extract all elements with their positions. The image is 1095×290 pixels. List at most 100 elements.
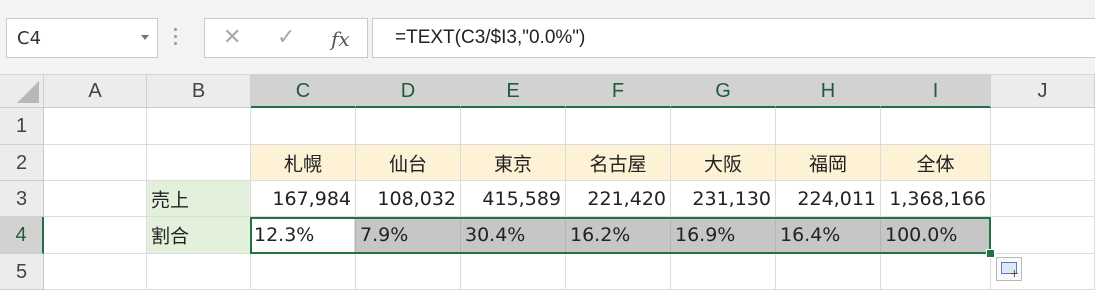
sales-value: 231,130 xyxy=(692,187,771,210)
city-header-total: 全体 xyxy=(916,153,955,175)
formula-text[interactable]: =TEXT(C3/$I3,"0.0%") xyxy=(395,27,585,49)
quick-analysis-button[interactable]: + xyxy=(996,257,1022,281)
sales-value: 1,368,166 xyxy=(889,187,986,210)
cell-e3[interactable]: 415,589 xyxy=(461,181,566,217)
cell-h2[interactable]: 福岡 xyxy=(776,145,881,181)
row-header-5[interactable]: 5 xyxy=(0,254,44,290)
cell-a4[interactable] xyxy=(44,217,147,254)
cell-d5[interactable] xyxy=(356,254,461,290)
cell-g4[interactable]: 16.9% xyxy=(671,217,776,254)
cell-g1[interactable] xyxy=(671,108,776,145)
dropdown-arrow-icon[interactable] xyxy=(141,35,149,40)
cell-h3[interactable]: 224,011 xyxy=(776,181,881,217)
name-box[interactable]: C4 xyxy=(6,18,158,58)
column-header-f[interactable]: F xyxy=(566,75,671,108)
row-header-4[interactable]: 4 xyxy=(0,217,44,254)
column-header-j[interactable]: J xyxy=(991,75,1095,108)
cell-b3[interactable]: 売上 xyxy=(147,181,251,217)
plus-icon: + xyxy=(1009,267,1019,280)
cell-b4[interactable]: 割合 xyxy=(147,217,251,254)
fx-icon[interactable]: fx xyxy=(331,27,350,51)
cell-e2[interactable]: 東京 xyxy=(461,145,566,181)
formula-toolbar: C4 ✕ ✓ fx =TEXT(C3/$I3,"0.0%") xyxy=(0,0,1095,75)
cell-i2[interactable]: 全体 xyxy=(881,145,991,181)
cell-b2[interactable] xyxy=(147,145,251,181)
row-header-3[interactable]: 3 xyxy=(0,181,44,217)
cell-g5[interactable] xyxy=(671,254,776,290)
cell-h5[interactable] xyxy=(776,254,881,290)
cell-d2[interactable]: 仙台 xyxy=(356,145,461,181)
cell-h4[interactable]: 16.4% xyxy=(776,217,881,254)
cell-c3[interactable]: 167,984 xyxy=(251,181,356,217)
city-header-sapporo: 札幌 xyxy=(283,153,322,175)
column-header-a[interactable]: A xyxy=(44,75,147,108)
select-all-icon xyxy=(17,81,39,103)
cell-e5[interactable] xyxy=(461,254,566,290)
cell-j3[interactable] xyxy=(991,181,1095,217)
row-header-2[interactable]: 2 xyxy=(0,145,44,181)
cell-f3[interactable]: 221,420 xyxy=(566,181,671,217)
formula-input[interactable]: =TEXT(C3/$I3,"0.0%") xyxy=(372,18,1095,58)
cell-c1[interactable] xyxy=(251,108,356,145)
cell-b5[interactable] xyxy=(147,254,251,290)
cell-j1[interactable] xyxy=(991,108,1095,145)
sales-label: 売上 xyxy=(151,189,190,211)
cancel-icon[interactable]: ✕ xyxy=(223,25,241,50)
ratio-value: 16.2% xyxy=(570,224,631,246)
cell-a5[interactable] xyxy=(44,254,147,290)
cell-a3[interactable] xyxy=(44,181,147,217)
cell-f2[interactable]: 名古屋 xyxy=(566,145,671,181)
cell-d1[interactable] xyxy=(356,108,461,145)
column-header-d[interactable]: D xyxy=(356,75,461,108)
column-header-i[interactable]: I xyxy=(881,75,991,108)
cell-d3[interactable]: 108,032 xyxy=(356,181,461,217)
fill-handle[interactable] xyxy=(986,249,995,258)
cell-e1[interactable] xyxy=(461,108,566,145)
cell-f1[interactable] xyxy=(566,108,671,145)
cell-e4[interactable]: 30.4% xyxy=(461,217,566,254)
column-header-c[interactable]: C xyxy=(251,75,356,108)
cell-b1[interactable] xyxy=(147,108,251,145)
cell-i4[interactable]: 100.0% xyxy=(881,217,991,254)
cell-i3[interactable]: 1,368,166 xyxy=(881,181,991,217)
sales-value: 221,420 xyxy=(587,187,666,210)
ratio-value: 7.9% xyxy=(360,224,409,246)
cell-i5[interactable] xyxy=(881,254,991,290)
select-all-button[interactable] xyxy=(0,75,44,108)
cell-a2[interactable] xyxy=(44,145,147,181)
grip-handle-icon[interactable] xyxy=(174,28,178,48)
cell-f5[interactable] xyxy=(566,254,671,290)
cell-f4[interactable]: 16.2% xyxy=(566,217,671,254)
ratio-label: 割合 xyxy=(151,225,190,248)
city-header-osaka: 大阪 xyxy=(703,153,742,175)
column-header-b[interactable]: B xyxy=(147,75,251,108)
ratio-value: 30.4% xyxy=(465,224,526,246)
ratio-value: 12.3% xyxy=(254,224,315,246)
cell-a1[interactable] xyxy=(44,108,147,145)
column-header-h[interactable]: H xyxy=(776,75,881,108)
cell-c2[interactable]: 札幌 xyxy=(251,145,356,181)
active-cell-c4[interactable]: 12.3% xyxy=(250,217,355,254)
cell-j4[interactable] xyxy=(991,217,1095,254)
cell-i1[interactable] xyxy=(881,108,991,145)
cell-c5[interactable] xyxy=(251,254,356,290)
sales-value: 108,032 xyxy=(377,187,456,210)
cell-h1[interactable] xyxy=(776,108,881,145)
ratio-value: 100.0% xyxy=(885,224,958,246)
sales-value: 415,589 xyxy=(482,187,561,210)
row-header-1[interactable]: 1 xyxy=(0,108,44,145)
city-header-tokyo: 東京 xyxy=(493,153,532,175)
column-header-e[interactable]: E xyxy=(461,75,566,108)
formula-buttons: ✕ ✓ fx xyxy=(204,18,368,58)
name-box-value[interactable]: C4 xyxy=(17,28,41,49)
cell-d4[interactable]: 7.9% xyxy=(356,217,461,254)
city-header-sendai: 仙台 xyxy=(388,153,427,175)
cell-g2[interactable]: 大阪 xyxy=(671,145,776,181)
ratio-value: 16.9% xyxy=(675,224,736,246)
city-header-fukuoka: 福岡 xyxy=(808,153,847,175)
cell-g3[interactable]: 231,130 xyxy=(671,181,776,217)
cell-j2[interactable] xyxy=(991,145,1095,181)
sales-value: 224,011 xyxy=(797,187,876,210)
column-header-g[interactable]: G xyxy=(671,75,776,108)
enter-icon[interactable]: ✓ xyxy=(277,25,295,50)
